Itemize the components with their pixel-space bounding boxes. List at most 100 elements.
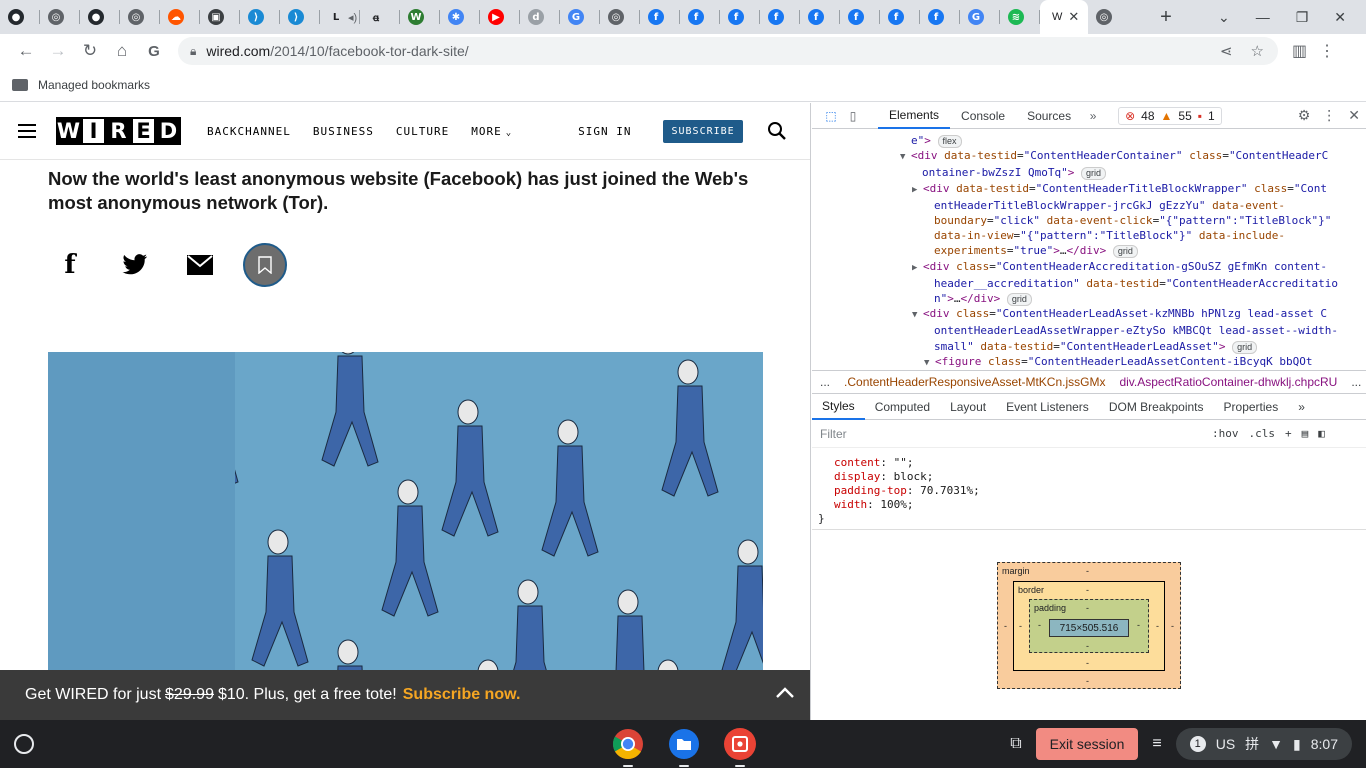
subtab-computed[interactable]: Computed	[865, 394, 940, 420]
facebook-tab[interactable]: f	[680, 0, 720, 34]
hamburger-menu-icon[interactable]	[18, 124, 36, 138]
dom-tree[interactable]: e"> flex ▼ <div data-testid="ContentHeader…	[812, 129, 1366, 370]
device-toolbar-icon[interactable]: ▯	[842, 105, 864, 127]
box-model-margin[interactable]: margin - - - - border - - - - padding - …	[997, 562, 1181, 689]
vscode-tab[interactable]: ⟩	[280, 0, 320, 34]
screencast-app-icon[interactable]	[722, 726, 758, 767]
dom-node-line[interactable]: ▶ <div class="ContentHeaderAccreditation-…	[812, 259, 1366, 276]
dom-node-line[interactable]: experiments="true">…</div> grid	[812, 243, 1366, 259]
restore-icon[interactable]: ❐	[1296, 9, 1309, 26]
class-toggle[interactable]: .cls	[1249, 427, 1276, 440]
holding-space-icon[interactable]: ⧉	[1010, 735, 1021, 753]
breadcrumb-item[interactable]: .ContentHeaderResponsiveAsset-MtKCn.jssG…	[844, 375, 1105, 389]
promo-subscribe-link[interactable]: Subscribe now.	[403, 686, 521, 704]
media-controls-icon[interactable]: ≡	[1152, 735, 1161, 753]
soundcloud-tab[interactable]: ☁	[160, 0, 200, 34]
managed-bookmarks[interactable]: Managed bookmarks	[38, 78, 150, 92]
expand-arrow-icon[interactable]: ▶	[912, 261, 923, 276]
dt-tab[interactable]: d	[520, 0, 560, 34]
box-model-content[interactable]: 715×505.516	[1049, 619, 1129, 637]
photos-tab[interactable]: ✱	[440, 0, 480, 34]
facebook-tab[interactable]: f	[640, 0, 680, 34]
github-tab[interactable]: ●	[80, 0, 120, 34]
save-bookmark-icon[interactable]	[243, 243, 287, 287]
tab-search-icon[interactable]: ⌄	[1218, 9, 1230, 26]
subscribe-button[interactable]: SUBSCRIBE	[663, 119, 743, 143]
inspect-element-icon[interactable]: ⬚	[820, 105, 842, 127]
exit-session-button[interactable]: Exit session	[1035, 728, 1139, 760]
close-window-icon[interactable]: ✕	[1334, 9, 1346, 26]
share-icon[interactable]: ⋖	[1220, 42, 1233, 60]
more-subtabs-icon[interactable]: »	[1288, 394, 1315, 420]
sign-in-link[interactable]: SIGN IN	[578, 125, 631, 138]
bookmark-star-icon[interactable]: ☆	[1251, 42, 1264, 60]
vscode-tab[interactable]: ⟩	[240, 0, 280, 34]
facebook-tab[interactable]: f	[880, 0, 920, 34]
facebook-tab[interactable]: f	[800, 0, 840, 34]
tab-sources[interactable]: Sources	[1016, 103, 1082, 129]
facebook-tab[interactable]: f	[720, 0, 760, 34]
kebab-menu-icon[interactable]: ⋮	[1319, 41, 1335, 61]
expand-arrow-icon[interactable]: ▼	[900, 150, 911, 165]
files-app-icon[interactable]	[666, 726, 702, 767]
sidebar-toggle-icon[interactable]: ◧	[1318, 427, 1325, 440]
dom-node-line[interactable]: entHeaderTitleBlockWrapper-jrcGkJ gEzzYu…	[812, 198, 1366, 213]
breadcrumb-item[interactable]: div.AspectRatioContainer-dhwklj.chpcRU	[1119, 375, 1337, 389]
breadcrumb-ellipsis[interactable]: ...	[820, 375, 830, 389]
system-tray[interactable]: 1 US 拼 ▼ ▮ 8:07	[1175, 728, 1352, 760]
facebook-tab[interactable]: f	[920, 0, 960, 34]
github-tab[interactable]: ●	[0, 0, 40, 34]
back-button[interactable]: ←	[10, 35, 42, 67]
close-tab-icon[interactable]: ✕	[1068, 9, 1079, 25]
box-model-padding[interactable]: padding - - - - 715×505.516	[1029, 599, 1149, 653]
subtab-styles[interactable]: Styles	[812, 394, 865, 420]
issues-counter[interactable]: ⊗ 48 ▲ 55 ▪ 1	[1118, 106, 1222, 125]
subtab-event-listeners[interactable]: Event Listeners	[996, 394, 1099, 420]
dom-node-line[interactable]: header__accreditation" data-testid="Cont…	[812, 276, 1366, 291]
tab-console[interactable]: Console	[950, 103, 1016, 129]
dom-node-line[interactable]: ▼ <div data-testid="ContentHeaderContaine…	[812, 148, 1366, 165]
dom-node-line[interactable]: n">…</div> grid	[812, 291, 1366, 307]
add-rule-icon[interactable]: +	[1285, 427, 1292, 440]
nav-backchannel[interactable]: BACKCHANNEL	[207, 125, 291, 138]
styles-filter-input[interactable]: Filter	[818, 423, 1198, 444]
close-devtools-icon[interactable]: ✕	[1348, 107, 1360, 124]
web-tab[interactable]: ◎	[600, 0, 640, 34]
lock-icon[interactable]: 🔒︎	[190, 44, 196, 59]
subtab-properties[interactable]: Properties	[1214, 394, 1289, 420]
more-tabs-icon[interactable]: »	[1082, 105, 1104, 127]
facebook-tab[interactable]: f	[760, 0, 800, 34]
chevron-up-icon[interactable]	[775, 686, 795, 704]
side-panel-icon[interactable]: ▥	[1292, 41, 1307, 61]
dom-node-line[interactable]: ▼ <div class="ContentHeaderLeadAsset-kzMN…	[812, 306, 1366, 323]
google-tab[interactable]: G	[960, 0, 1000, 34]
text-tab[interactable]: L ◂)	[320, 0, 360, 34]
facebook-tab[interactable]: f	[840, 0, 880, 34]
hover-state-toggle[interactable]: :hov	[1212, 427, 1239, 440]
subtab-layout[interactable]: Layout	[940, 394, 996, 420]
forward-button[interactable]: →	[42, 35, 74, 67]
twitter-share-icon[interactable]	[113, 243, 157, 287]
expand-arrow-icon[interactable]: ▶	[912, 183, 923, 198]
computed-styles-icon[interactable]: ▤	[1302, 427, 1309, 440]
subtab-dom-breakpoints[interactable]: DOM Breakpoints	[1099, 394, 1214, 420]
nav-more[interactable]: MORE ⌄	[471, 125, 512, 138]
breadcrumb-ellipsis[interactable]: ...	[1351, 375, 1361, 389]
dom-node-line[interactable]: ▼ <figure class="ContentHeaderLeadAssetCo…	[812, 354, 1366, 370]
nav-culture[interactable]: CULTURE	[396, 125, 449, 138]
dom-node-line[interactable]: e"> flex	[812, 133, 1366, 148]
new-tab-button[interactable]: +	[1152, 6, 1180, 29]
css-declaration[interactable]: display: block;	[818, 470, 1360, 484]
app-tab[interactable]: ▣	[200, 0, 240, 34]
dom-node-line[interactable]: data-in-view="{"pattern":"TitleBlock"}" …	[812, 228, 1366, 243]
facebook-share-icon[interactable]: f	[48, 243, 92, 287]
css-declaration[interactable]: width: 100%;	[818, 498, 1360, 512]
wired-logo[interactable]: W I R E D	[56, 117, 181, 145]
tab-elements[interactable]: Elements	[878, 102, 951, 129]
dom-node-line[interactable]: boundary="click" data-event-click="{"pat…	[812, 213, 1366, 228]
devtools-menu-icon[interactable]: ⋮	[1322, 107, 1336, 124]
chrome-app-icon[interactable]	[610, 726, 646, 767]
expand-arrow-icon[interactable]: ▼	[912, 308, 923, 323]
active-tab[interactable]: W ✕	[1040, 0, 1088, 34]
nav-business[interactable]: BUSINESS	[313, 125, 374, 138]
